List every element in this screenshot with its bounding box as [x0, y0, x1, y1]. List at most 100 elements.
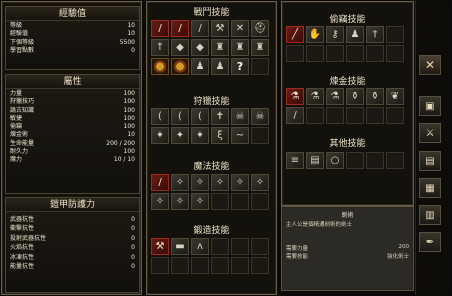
- paw-icon[interactable]: ✦: [171, 127, 189, 144]
- flask-icon[interactable]: ⚗: [306, 88, 324, 105]
- question-icon[interactable]: ?: [231, 58, 249, 75]
- stat-row: 經驗值 10: [10, 30, 135, 38]
- bow-icon[interactable]: (: [151, 108, 169, 125]
- close-icon[interactable]: ✕: [419, 55, 441, 75]
- magic-skills-title: 魔法技能: [193, 162, 230, 172]
- armor-icon[interactable]: ♜: [231, 39, 249, 56]
- stat-value: 0: [131, 244, 135, 252]
- herb-icon[interactable]: ❦: [386, 88, 404, 105]
- crossed-swords-icon[interactable]: ✕: [231, 20, 249, 37]
- staff-icon[interactable]: /: [151, 174, 169, 191]
- rune-icon[interactable]: ✧: [251, 174, 269, 191]
- inventory-icon[interactable]: ▣: [419, 96, 441, 116]
- empty-slot: [251, 238, 269, 255]
- tongs-icon[interactable]: ᴧ: [191, 238, 209, 255]
- stat-row: 敏捷 100: [10, 115, 135, 123]
- skills-icon[interactable]: ⚔: [419, 123, 441, 143]
- scroll-icon[interactable]: ≡: [286, 152, 304, 169]
- stat-row: 投射武器抗性 0: [10, 234, 135, 243]
- bow-icon[interactable]: (: [191, 108, 209, 125]
- crossbow-icon[interactable]: ✝: [211, 108, 229, 125]
- rune-icon[interactable]: ✧: [191, 174, 209, 191]
- rune-icon[interactable]: ✧: [191, 193, 209, 210]
- stat-value: 10: [127, 22, 135, 29]
- empty-slot: [251, 58, 269, 75]
- axe-icon[interactable]: ⚒: [211, 20, 229, 37]
- gold-coin-icon[interactable]: [171, 58, 189, 75]
- paw-icon[interactable]: ✦: [191, 127, 209, 144]
- stat-row: 煉金術 10: [10, 131, 135, 139]
- flask-icon[interactable]: ⚗: [326, 88, 344, 105]
- empty-slot: [211, 257, 229, 274]
- other-skills-title: 其他技能: [329, 139, 366, 149]
- lockpick-icon[interactable]: ╱: [286, 26, 304, 43]
- stat-value: 10: [127, 30, 135, 38]
- figure-icon[interactable]: ♟: [211, 58, 229, 75]
- flask-icon[interactable]: ⚗: [286, 88, 304, 105]
- skull-icon[interactable]: ☠: [251, 108, 269, 125]
- map-icon[interactable]: ▤: [419, 151, 441, 171]
- empty-slot: [191, 257, 209, 274]
- skills-column-left: 戰鬥技能 / / / ⚒ ✕ ⛑ ↑ ◆ ◆ ♜ ♜ ♜ ♟ ♟? 狩獵技能 (((✝ ☠ ☠ ✦ ✦ ✦ ξ ~ 魔法…: [146, 1, 277, 295]
- stat-value: 0: [131, 234, 135, 242]
- stat-row: 能量抗性 0: [10, 262, 135, 271]
- spear-icon[interactable]: ↑: [151, 39, 169, 56]
- shield-icon[interactable]: ◆: [171, 39, 189, 56]
- claw-icon[interactable]: ξ: [211, 127, 229, 144]
- hammer-icon[interactable]: ⚒: [151, 238, 169, 255]
- gold-coin-icon[interactable]: [151, 58, 169, 75]
- requirement-label: 需要技能: [286, 254, 309, 260]
- dagger-icon[interactable]: †: [366, 26, 384, 43]
- empty-slot: [326, 45, 344, 62]
- stat-value: 0: [131, 253, 135, 261]
- shield-icon[interactable]: ◆: [191, 39, 209, 56]
- stat-label: 敏捷: [10, 114, 23, 122]
- skill-description: 主人公是個精通劍術的劍士: [286, 222, 353, 228]
- stat-row: 火焰抗性 0: [10, 243, 135, 252]
- sword-icon[interactable]: /: [191, 20, 209, 37]
- journal-icon[interactable]: ▦: [419, 178, 441, 198]
- feather-icon[interactable]: ~: [231, 127, 249, 144]
- stat-row: 魔力 10 / 10: [10, 156, 135, 164]
- anvil-icon[interactable]: ▬: [171, 238, 189, 255]
- potion-icon[interactable]: ⚱: [346, 88, 364, 105]
- sword-icon[interactable]: /: [171, 20, 189, 37]
- requirement-value: 強化劍士: [386, 254, 409, 260]
- stat-value: 100: [123, 123, 135, 131]
- stat-label: 學習點數: [10, 46, 35, 54]
- hand-icon[interactable]: ✋: [306, 26, 324, 43]
- empty-slot: [306, 45, 324, 62]
- empty-slot: [346, 152, 364, 169]
- quill-icon[interactable]: ✒: [419, 232, 441, 252]
- book-icon[interactable]: ▤: [306, 152, 324, 169]
- potion-icon[interactable]: ⚱: [366, 88, 384, 105]
- requirement-row: 需要力量 200: [286, 244, 409, 252]
- armor-icon[interactable]: ♜: [251, 39, 269, 56]
- bow-icon[interactable]: (: [171, 108, 189, 125]
- knife-icon[interactable]: /: [286, 107, 304, 124]
- rune-icon[interactable]: ✧: [231, 174, 249, 191]
- paw-icon[interactable]: ✦: [151, 127, 169, 144]
- stat-value: 100: [123, 98, 135, 106]
- stat-label: 經驗值: [10, 30, 29, 38]
- stat-label: 投射武器抗性: [10, 234, 47, 242]
- rune-icon[interactable]: ✧: [171, 193, 189, 210]
- stat-label: 生命能量: [10, 139, 35, 147]
- stat-label: 下個等級: [10, 38, 35, 46]
- rune-icon[interactable]: ✧: [151, 193, 169, 210]
- attributes-panel: 屬性 力量 100 狩獵技巧 100 論古知識 100 敏捷 100 偷竊 100 煉金術 10 生命能…: [5, 74, 140, 194]
- key-icon[interactable]: ⚷: [326, 26, 344, 43]
- armor-icon[interactable]: ♜: [211, 39, 229, 56]
- rune-icon[interactable]: ✧: [171, 174, 189, 191]
- stat-value: 0: [131, 216, 135, 223]
- ring-icon[interactable]: ○: [326, 152, 344, 169]
- requirement-label: 需要力量: [286, 246, 309, 252]
- rune-icon[interactable]: ✧: [211, 174, 229, 191]
- requirement-row: 需要技能 強化劍士: [286, 252, 409, 260]
- skull-icon[interactable]: ☠: [231, 108, 249, 125]
- quest-icon[interactable]: ▥: [419, 205, 441, 225]
- sword-icon[interactable]: /: [151, 20, 169, 37]
- sneak-icon[interactable]: ♟: [346, 26, 364, 43]
- helmet-icon[interactable]: ⛑: [251, 20, 269, 37]
- figure-icon[interactable]: ♟: [191, 58, 209, 75]
